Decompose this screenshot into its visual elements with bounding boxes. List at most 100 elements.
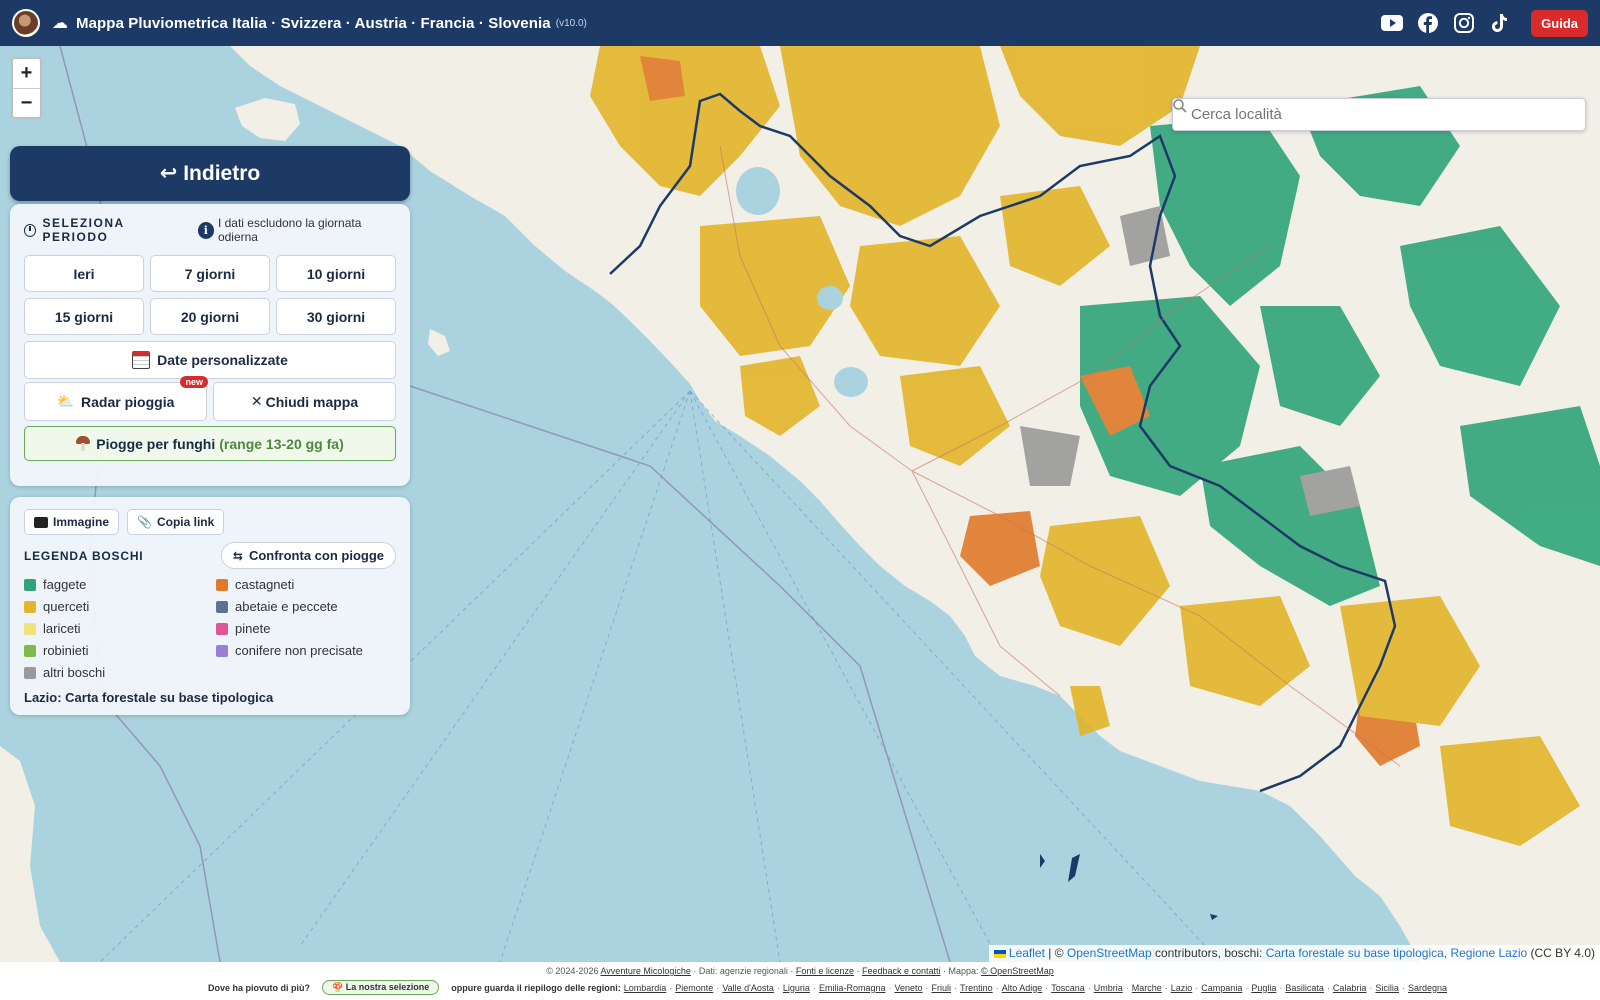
custom-dates-label: Date personalizzate (157, 352, 288, 368)
image-icon (34, 516, 48, 528)
location-search[interactable] (1172, 98, 1586, 131)
ukraine-flag-icon (993, 949, 1006, 958)
legend-swatch (24, 600, 36, 613)
region-link[interactable]: Liguria (783, 983, 810, 993)
legend-item: conifere non precisate (216, 643, 396, 658)
feedback-link[interactable]: Feedback e contatti (862, 966, 941, 976)
zoom-control: + − (11, 57, 42, 119)
legend-swatch (216, 622, 228, 635)
site-link[interactable]: Avventure Micologiche (600, 966, 690, 976)
legend-items: faggete castagneti querceti abetaie e pe… (24, 577, 396, 680)
region-link[interactable]: Veneto (894, 983, 922, 993)
period-30-button[interactable]: 30 giorni (276, 298, 396, 335)
region-link[interactable]: Lombardia (624, 983, 667, 993)
footer-question: Dove ha piovuto di più? (208, 982, 310, 993)
social-links (1381, 12, 1511, 34)
footer-regions: Dove ha piovuto di più? 🍄 La nostra sele… (0, 980, 1600, 995)
separator: · (1369, 982, 1373, 993)
region-link[interactable]: Puglia (1251, 983, 1276, 993)
region-links: Lombardia · Piemonte · Valle d'Aosta · Liguria… (624, 983, 1447, 993)
region-link[interactable]: Calabria (1333, 983, 1367, 993)
close-icon: ✕ (250, 393, 263, 409)
region-link[interactable]: Piemonte (675, 983, 713, 993)
legend-swatch (216, 644, 228, 657)
region-link[interactable]: Toscana (1051, 983, 1085, 993)
separator: · (1245, 982, 1249, 993)
youtube-icon[interactable] (1381, 12, 1404, 34)
instagram-icon[interactable] (1453, 12, 1475, 34)
custom-dates-button[interactable]: Date personalizzate (24, 341, 396, 379)
legend-item: robinieti (24, 643, 216, 658)
legend-swatch (24, 644, 36, 657)
image-button[interactable]: Immagine (24, 509, 120, 535)
separator: · (888, 982, 892, 993)
legend-item: querceti (24, 599, 216, 614)
period-20-button[interactable]: 20 giorni (150, 298, 270, 335)
radar-cloud-icon: ⛅ (56, 393, 75, 409)
facebook-icon[interactable] (1417, 12, 1439, 34)
period-label: SELEZIONA PERIODO (42, 216, 125, 244)
clock-icon (24, 223, 37, 237)
close-map-button[interactable]: ✕ Chiudi mappa (213, 382, 396, 421)
guide-button[interactable]: Guida (1531, 9, 1588, 37)
app-title: Mappa Pluviometrica Italia · Svizzera · … (76, 14, 551, 32)
period-header: SELEZIONA PERIODO i I dati escludono la … (24, 216, 396, 244)
separator: · (1164, 982, 1168, 993)
separator: · (1401, 982, 1405, 993)
legend-item: faggete (24, 577, 216, 592)
legend-swatch (24, 622, 36, 635)
avatar[interactable] (12, 9, 40, 37)
tiktok-icon[interactable] (1489, 12, 1511, 34)
leaflet-link[interactable]: Leaflet (1009, 946, 1045, 960)
legend-swatch (24, 578, 36, 591)
period-buttons: Ieri 7 giorni 10 giorni 15 giorni 20 gio… (24, 255, 396, 335)
period-10-button[interactable]: 10 giorni (276, 255, 396, 292)
mushroom-rain-button[interactable]: Piogge per funghi (range 13-20 gg fa) (24, 426, 396, 461)
region-link[interactable]: Emilia-Romagna (819, 983, 886, 993)
region-link[interactable]: Basilicata (1285, 983, 1324, 993)
separator: · (1125, 982, 1129, 993)
region-link[interactable]: Lazio (1171, 983, 1193, 993)
period-panel: SELEZIONA PERIODO i I dati escludono la … (10, 204, 410, 486)
region-link[interactable]: Friuli (932, 983, 952, 993)
separator: · (1279, 982, 1283, 993)
copy-link-button[interactable]: 📎 Copia link (127, 509, 225, 535)
selection-button[interactable]: 🍄 La nostra selezione (322, 980, 440, 995)
legend-item: castagneti (216, 577, 396, 592)
region-link[interactable]: Alto Adige (1002, 983, 1043, 993)
separator: · (776, 982, 780, 993)
radar-button[interactable]: ⛅ Radar pioggia new (24, 376, 208, 421)
sources-link[interactable]: Fonti e licenze (796, 966, 854, 976)
osm-footer-link[interactable]: © OpenStreetMap (981, 966, 1054, 976)
close-map-label: Chiudi mappa (265, 393, 359, 410)
osm-link[interactable]: OpenStreetMap (1067, 946, 1152, 960)
back-button[interactable]: ↩ Indietro (10, 146, 410, 201)
search-input[interactable] (1191, 106, 1551, 123)
compare-rain-button[interactable]: ⇆ Confronta con piogge (220, 542, 396, 569)
period-ieri-button[interactable]: Ieri (24, 255, 144, 292)
region-link[interactable]: Trentino (960, 983, 993, 993)
region-link[interactable]: Campania (1201, 983, 1242, 993)
zoom-out-button[interactable]: − (13, 88, 40, 117)
mushroom-range: (range 13-20 gg fa) (219, 435, 344, 452)
legend-swatch (216, 600, 228, 613)
legend-swatch (216, 578, 228, 591)
copy-link-label: Copia link (156, 515, 215, 529)
separator: · (995, 982, 999, 993)
period-15-button[interactable]: 15 giorni (24, 298, 144, 335)
region-link[interactable]: Valle d'Aosta (722, 983, 774, 993)
zoom-in-button[interactable]: + (13, 59, 40, 88)
region-link[interactable]: Sardegna (1408, 983, 1447, 993)
separator: · (812, 982, 816, 993)
separator: · (925, 982, 929, 993)
region-link[interactable]: Umbria (1094, 983, 1123, 993)
info-icon[interactable]: i (197, 221, 214, 239)
legend-item: altri boschi (24, 665, 216, 680)
forest-map-link[interactable]: Carta forestale su base tipologica, Regi… (1266, 946, 1528, 960)
legend-title: LEGENDA BOSCHI (24, 548, 144, 563)
version-label: (v10.0) (555, 17, 587, 29)
period-7-button[interactable]: 7 giorni (150, 255, 270, 292)
image-button-label: Immagine (53, 515, 110, 529)
region-link[interactable]: Sicilia (1375, 983, 1399, 993)
region-link[interactable]: Marche (1132, 983, 1162, 993)
